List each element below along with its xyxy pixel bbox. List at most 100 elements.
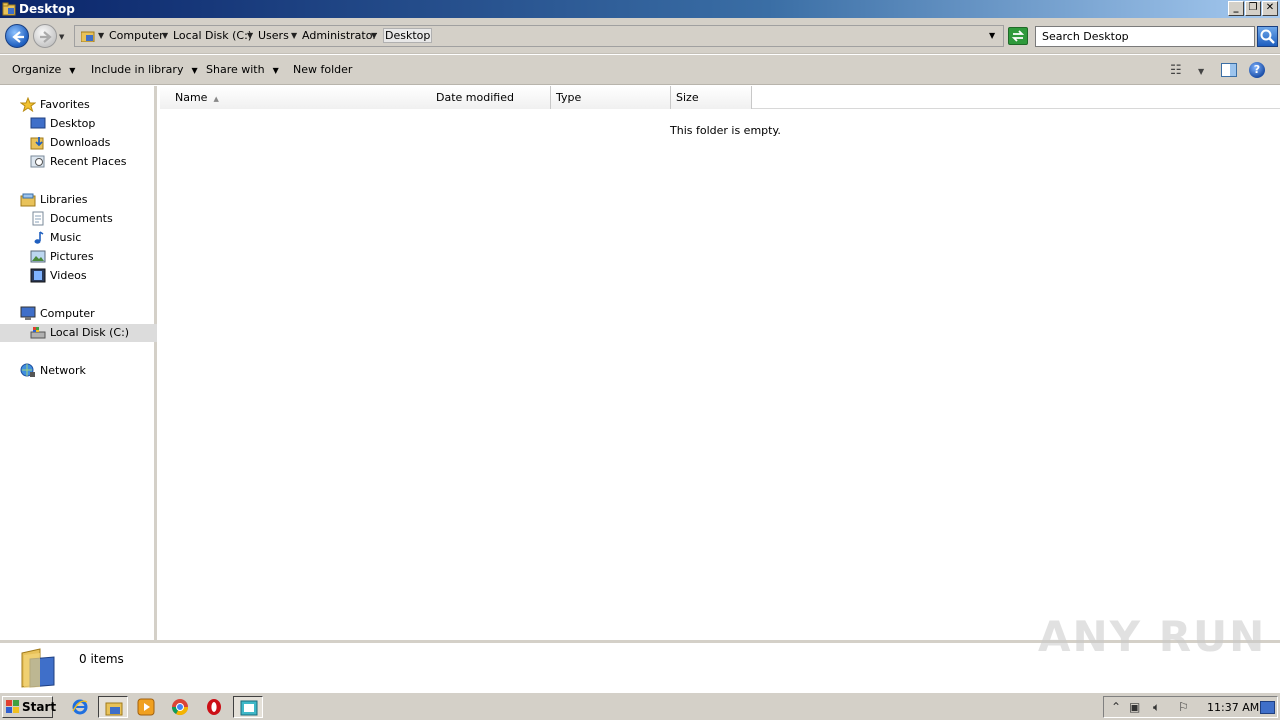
command-bar: Organize ▼ Include in library ▼ Share with… [0, 55, 1280, 85]
clock[interactable]: 11:37 AM [1207, 701, 1259, 714]
new-folder-label: New folder [293, 63, 353, 76]
refresh-icon [1011, 30, 1025, 42]
libraries-icon [20, 193, 36, 207]
view-options-dropdown[interactable]: ▼ [1198, 67, 1204, 76]
action-center-flag-icon[interactable]: ⚐ [1178, 700, 1189, 714]
nav-documents[interactable]: Documents [30, 210, 150, 228]
search-input[interactable] [1036, 27, 1246, 45]
music-icon [34, 231, 44, 244]
nav-label: Recent Places [50, 155, 127, 168]
close-button[interactable]: ✕ [1262, 1, 1278, 16]
folder-icon [21, 648, 55, 688]
include-in-library-button[interactable]: Include in library ▼ [91, 63, 198, 76]
refresh-button[interactable] [1008, 27, 1028, 45]
app-window-icon [240, 700, 258, 716]
column-type[interactable]: Type [551, 86, 671, 109]
opera-icon [207, 699, 221, 715]
nav-local-disk[interactable]: Local Disk (C:) [0, 324, 157, 342]
chevron-down-icon[interactable]: ▼ [371, 31, 377, 40]
back-button[interactable] [5, 24, 29, 48]
network-status-icon[interactable]: ▣ [1129, 700, 1140, 714]
nav-network[interactable]: Network [20, 362, 150, 380]
include-in-library-label: Include in library [91, 63, 184, 76]
network-icon [20, 363, 35, 377]
star-icon [20, 97, 36, 112]
computer-icon [20, 306, 36, 320]
search-icon [1260, 29, 1275, 44]
empty-folder-message: This folder is empty. [670, 124, 781, 137]
system-tray: ⌃ ▣ 🔈︎ ⚐ 11:37 AM [1103, 696, 1278, 718]
start-button[interactable]: Start [2, 696, 56, 718]
taskbar-chrome[interactable] [165, 696, 195, 718]
column-date-modified[interactable]: Date modified [431, 86, 551, 109]
share-with-button[interactable]: Share with ▼ [206, 63, 279, 76]
help-icon[interactable]: ? [1249, 62, 1265, 78]
arrow-right-icon [40, 31, 52, 43]
minimize-button[interactable]: _ [1228, 1, 1244, 16]
column-label: Type [556, 91, 582, 104]
taskbar-explorer[interactable] [98, 696, 128, 718]
show-desktop-icon[interactable] [1260, 701, 1275, 714]
desktop-icon [30, 117, 46, 129]
file-list[interactable] [160, 110, 1280, 640]
change-view-icon[interactable]: ☷ [1170, 63, 1182, 78]
organize-label: Organize [12, 63, 62, 76]
navigation-pane: Favorites Desktop Downloads Recent Place… [0, 86, 157, 640]
taskbar-opera[interactable] [199, 696, 229, 718]
documents-icon [32, 211, 44, 226]
column-headers: Name ▲ Date modified Type Size [160, 86, 1280, 109]
chevron-down-icon: ▼ [69, 66, 76, 75]
pictures-icon [30, 250, 46, 263]
chevron-down-icon: ▼ [191, 66, 198, 75]
nav-libraries[interactable]: Libraries [20, 191, 150, 209]
title-bar: Desktop _ ❐ ✕ [0, 0, 1280, 18]
chevron-down-icon[interactable]: ▼ [291, 31, 297, 40]
organize-button[interactable]: Organize ▼ [12, 63, 75, 76]
volume-icon[interactable]: 🔈︎ [1153, 700, 1160, 715]
column-name[interactable]: Name ▲ [160, 86, 432, 109]
nav-label: Computer [40, 307, 95, 320]
nav-videos[interactable]: Videos [30, 267, 150, 285]
nav-label: Pictures [50, 250, 94, 263]
taskbar-media-player[interactable] [131, 696, 161, 718]
column-label: Name [175, 91, 208, 104]
chevron-down-icon: ▼ [272, 66, 279, 75]
recent-places-icon [30, 155, 45, 168]
restore-button[interactable]: ❐ [1245, 1, 1261, 16]
downloads-folder-icon [30, 137, 44, 150]
breadcrumb-computer[interactable]: Computer [109, 29, 164, 42]
breadcrumb-current[interactable]: Desktop [383, 28, 433, 43]
chevron-down-icon[interactable]: ▼ [98, 31, 104, 40]
preview-pane-icon[interactable] [1221, 63, 1237, 77]
nav-favorites[interactable]: Favorites [20, 96, 150, 114]
forward-button[interactable] [33, 24, 57, 48]
watermark: ANY RUN [1038, 612, 1267, 661]
address-bar[interactable]: ▼ Computer ▼ Local Disk (C:) ▼ Users ▼ A… [74, 25, 1004, 47]
videos-icon [30, 268, 46, 283]
search-field[interactable] [1035, 26, 1255, 47]
search-button[interactable] [1257, 26, 1278, 47]
internet-explorer-icon [72, 699, 88, 715]
breadcrumb-administrator[interactable]: Administrator [302, 29, 377, 42]
address-history-dropdown[interactable]: ▼ [989, 31, 995, 40]
chevron-down-icon[interactable]: ▼ [162, 31, 168, 40]
taskbar-internet-explorer[interactable] [65, 696, 95, 718]
nav-desktop[interactable]: Desktop [30, 115, 150, 133]
new-folder-button[interactable]: New folder [293, 63, 352, 76]
taskbar: Start ⌃ ▣ 🔈︎ ⚐ 11:37 AM [0, 692, 1280, 720]
chevron-down-icon[interactable]: ▼ [247, 31, 253, 40]
nav-downloads[interactable]: Downloads [30, 134, 150, 152]
taskbar-app[interactable] [233, 696, 263, 718]
breadcrumb-users[interactable]: Users [258, 29, 289, 42]
nav-pictures[interactable]: Pictures [30, 248, 150, 266]
column-label: Date modified [436, 91, 514, 104]
nav-label: Local Disk (C:) [50, 326, 130, 339]
nav-recent-places[interactable]: Recent Places [30, 153, 150, 171]
column-size[interactable]: Size [671, 86, 752, 109]
nav-computer[interactable]: Computer [20, 305, 150, 323]
breadcrumb-local-disk[interactable]: Local Disk (C:) [173, 29, 252, 42]
recent-pages-dropdown[interactable]: ▼ [59, 33, 64, 41]
nav-label: Music [50, 231, 82, 244]
show-hidden-icons-icon[interactable]: ⌃ [1111, 700, 1121, 714]
nav-music[interactable]: Music [30, 229, 150, 247]
